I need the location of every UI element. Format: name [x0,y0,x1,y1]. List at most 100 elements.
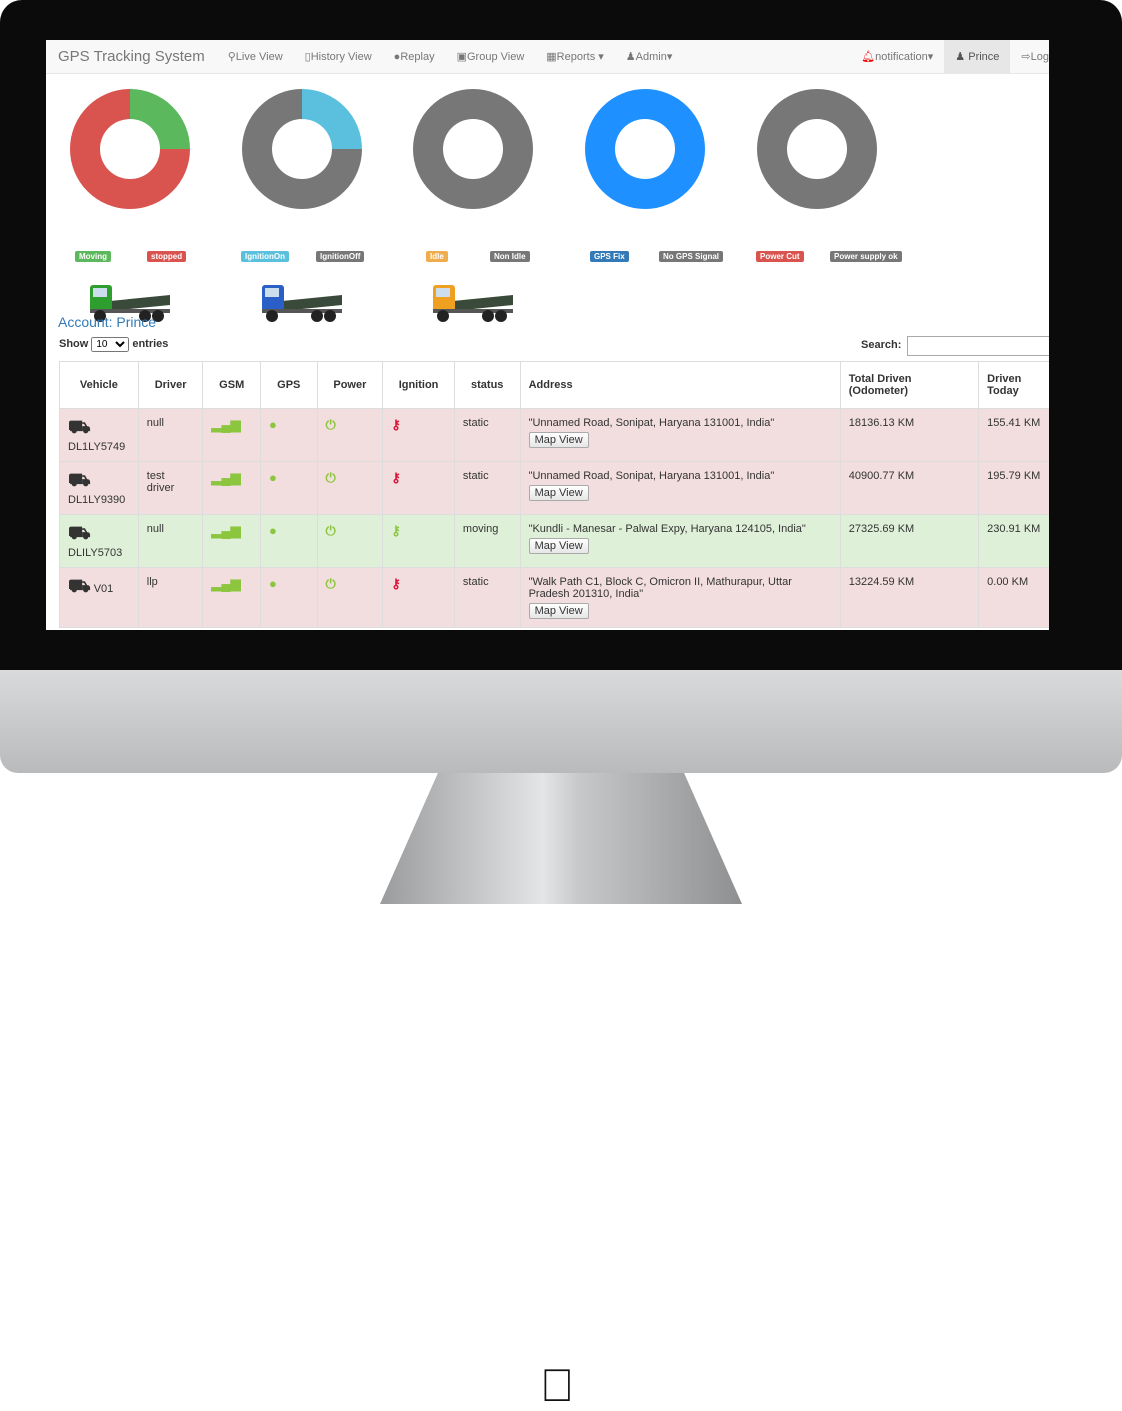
signal-icon: ▂▄▆ [211,523,241,538]
power-cell: ⏻ [316,461,384,515]
legend-badge: Non Idle [490,251,530,262]
nav-live-view[interactable]: ⚲Live View [217,40,294,74]
signal-icon: ▂▄▆ [211,470,241,485]
nav-replay[interactable]: ●Replay [383,40,446,74]
legend-badge: IgnitionOff [316,251,365,262]
donut-chart [70,89,190,209]
legend-badge: No GPS Signal [659,251,724,262]
nav-group-view[interactable]: ▣Group View [446,40,536,74]
driven-today-cell: 195.79 KM [978,461,1049,515]
gps-cell: ● [259,514,318,568]
vehicle-table: Vehicle Driver GSM GPS Power Ignition status Ad… [59,361,1049,628]
gps-cell: ● [259,408,318,462]
truck-icon: ⛟ [68,523,91,543]
entries-select[interactable]: 10 [91,337,130,352]
total-driven-cell: 18136.13 KM [839,408,980,462]
donut-chart [585,89,705,209]
gps-cell: ● [259,567,318,628]
donut-chart [413,89,533,209]
driver-cell: test driver [137,461,204,515]
key-icon: ⚷ [391,576,401,591]
column-header[interactable]: Driven Today [978,361,1049,409]
table-row[interactable]: ⛟ V01 llp ▂▄▆ ● ⏻ ⚷ static "Walk Path C1… [59,567,1049,628]
navbar: GPS Tracking System ⚲Live View ▯History … [46,40,1049,74]
column-header[interactable]: GPS [259,361,318,409]
total-driven-cell: 27325.69 KM [839,514,980,568]
search-input[interactable] [907,336,1049,356]
vehicle-cell: ⛟ V01 [59,567,139,628]
column-header[interactable]: status [453,361,521,409]
table-row[interactable]: ⛟ DL1LY9390 test driver ▂▄▆ ● ⏻ ⚷ static… [59,461,1049,515]
map-view-button[interactable]: Map View [528,603,589,619]
ignition-cell: ⚷ [382,461,455,515]
table-row[interactable]: ⛟ DLILY5703 null ▂▄▆ ● ⏻ ⚷ moving "Kundl… [59,514,1049,568]
legend-badge: Moving [75,251,111,262]
driven-today-cell: 0.00 KM [978,567,1049,628]
globe-icon: ● [268,523,277,538]
legend-badge: Power supply ok [830,251,902,262]
gsm-cell: ▂▄▆ [202,461,261,515]
screen: GPS Tracking System ⚲Live View ▯History … [46,40,1049,630]
address-cell: "Unnamed Road, Sonipat, Haryana 131001, … [519,408,841,462]
donut-chart [757,89,877,209]
donut-chart [242,89,362,209]
globe-icon: ● [268,576,277,591]
gps-cell: ● [259,461,318,515]
brand[interactable]: GPS Tracking System [46,48,217,65]
user-icon: ♟ [955,51,966,63]
entries-control: Show 10 entries [59,337,168,352]
legend-badge: Idle [426,251,448,262]
legend-badge: stopped [147,251,187,262]
apple-logo-icon:  [540,1362,575,1408]
column-header[interactable]: Vehicle [59,361,139,409]
power-cell: ⏻ [316,408,384,462]
signal-icon: ▂▄▆ [211,576,241,591]
legend-badge: IgnitionOn [241,251,289,262]
ignition-cell: ⚷ [382,567,455,628]
table-row[interactable]: ⛟ DL1LY5749 null ▂▄▆ ● ⏻ ⚷ static "Unnam… [59,408,1049,462]
map-view-button[interactable]: Map View [528,538,589,554]
nav-notification[interactable]: 🔔︎notification▾ [850,40,944,74]
vehicle-cell: ⛟ DL1LY9390 [59,461,139,515]
nav-reports[interactable]: ▦Reports ▾ [535,40,615,74]
truck-icon: ⛟ [68,470,91,490]
nav-history-view[interactable]: ▯History View [294,40,383,74]
status-cell: static [453,461,521,515]
monitor-chin:  [0,670,1122,1408]
power-cell: ⏻ [316,514,384,568]
gsm-cell: ▂▄▆ [202,514,261,568]
globe-icon: ● [268,470,277,485]
column-header[interactable]: Ignition [382,361,455,409]
total-driven-cell: 40900.77 KM [839,461,980,515]
map-view-button[interactable]: Map View [528,485,589,501]
gsm-cell: ▂▄▆ [202,408,261,462]
monitor-stand [380,773,742,904]
key-icon: ⚷ [391,523,401,538]
vehicle-cell: ⛟ DLILY5703 [59,514,139,568]
column-header[interactable]: GSM [202,361,261,409]
column-header[interactable]: Power [316,361,384,409]
driven-today-cell: 155.41 KM [978,408,1049,462]
truck-icon [433,285,513,322]
account-title: Account: Prince [58,314,157,330]
search-control: Search: [861,336,1049,356]
column-header[interactable]: Address [519,361,841,409]
status-charts: Moving stopped IgnitionOn IgnitionOff Idle No… [46,74,1049,322]
power-icon: ⏻ [325,470,336,485]
power-cell: ⏻ [316,567,384,628]
key-icon: ⚷ [391,417,401,432]
map-view-button[interactable]: Map View [528,432,589,448]
nav-admin[interactable]: ♟Admin▾ [615,40,684,74]
legend-badge: GPS Fix [590,251,629,262]
total-driven-cell: 13224.59 KM [839,567,980,628]
nav-logout[interactable]: ⇨Log [1010,40,1049,74]
nav-user[interactable]: ♟ Prince [944,40,1011,74]
power-icon: ⏻ [325,576,336,591]
column-header[interactable]: Driver [137,361,204,409]
address-cell: "Kundli - Manesar - Palwal Expy, Haryana… [519,514,841,568]
column-header[interactable]: Total Driven (Odometer) [839,361,980,409]
truck-icon: ⛟ [68,576,91,596]
truck-icon [262,285,342,322]
driver-cell: null [137,514,204,568]
key-icon: ⚷ [391,470,401,485]
